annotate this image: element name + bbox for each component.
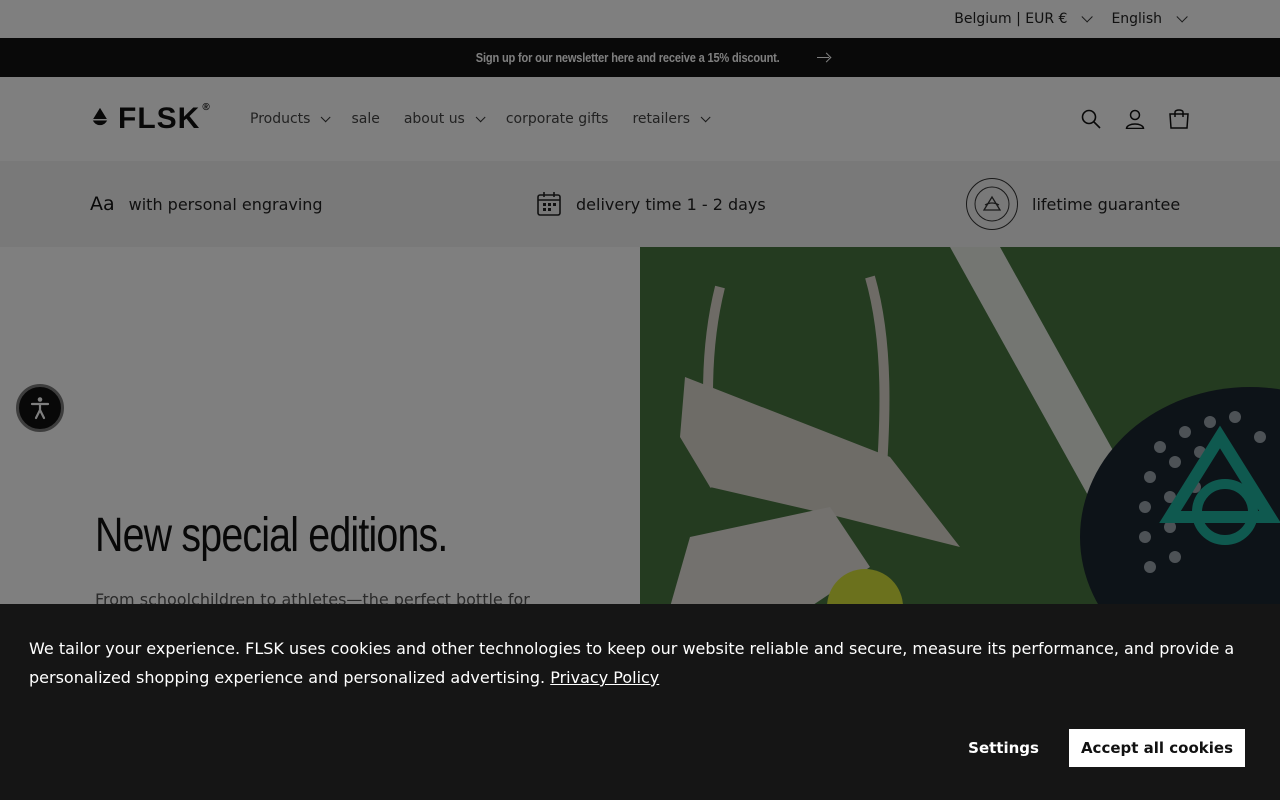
cookie-banner: We tailor your experience. FLSK uses coo… xyxy=(0,604,1280,800)
cookie-settings-button[interactable]: Settings xyxy=(956,729,1051,767)
cookie-text: We tailor your experience. FLSK uses coo… xyxy=(29,634,1249,692)
privacy-policy-link[interactable]: Privacy Policy xyxy=(550,668,659,687)
cookie-actions: Settings Accept all cookies xyxy=(956,729,1245,767)
accept-all-cookies-button[interactable]: Accept all cookies xyxy=(1068,729,1245,767)
